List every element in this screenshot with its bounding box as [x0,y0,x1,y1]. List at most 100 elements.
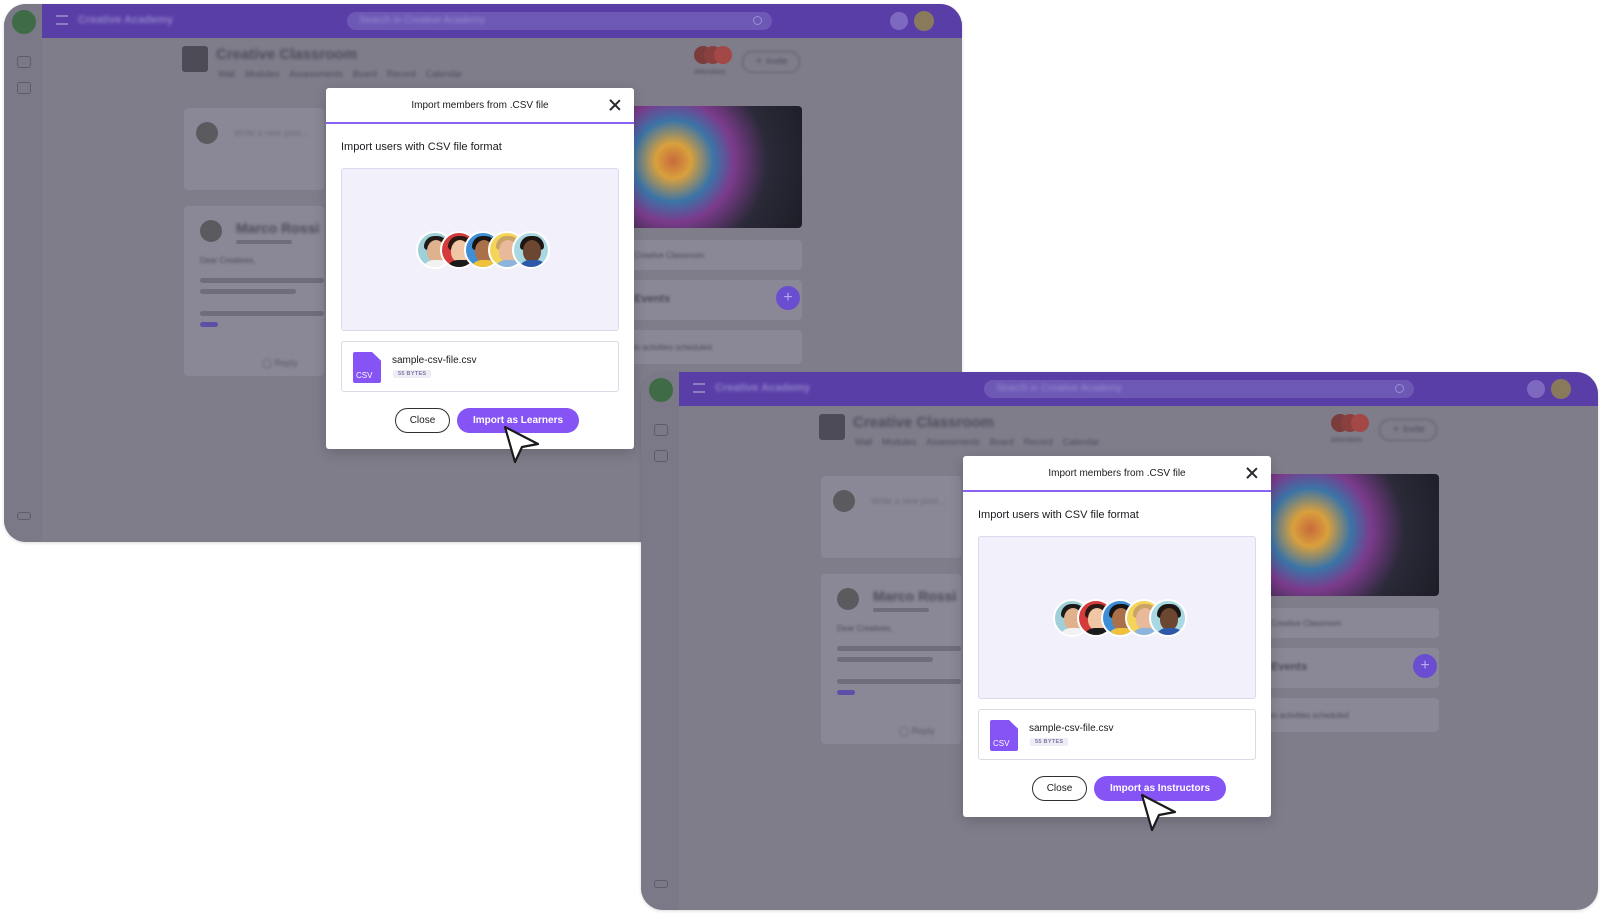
selected-file: CSV sample-csv-file.csv 55 BYTES [341,341,619,392]
dialog-header: Import members from .CSV file [963,456,1271,492]
close-button[interactable]: Close [1032,776,1087,801]
reply-button[interactable]: ◯ Reply [899,726,935,737]
collapse-icon[interactable] [17,512,31,520]
new-post-card: Write a new post... [184,108,324,190]
home-icon[interactable] [17,56,31,68]
post-card: Marco Rossi Dear Creatives, ◯ Reply [821,574,961,744]
csv-preview-area [978,536,1256,699]
post-input[interactable]: Write a new post... [234,128,308,138]
classroom-note: Creative Classroom [634,251,705,260]
course-tabs: Wall Modules Assessments Board Record Ca… [218,69,462,79]
course-header: Creative Classroom Wall Modules Assessme… [42,38,962,90]
left-rail [641,372,679,910]
left-rail [4,4,42,542]
user-avatar[interactable] [1551,379,1571,399]
top-bar: Creative Academy Search in Creative Acad… [679,372,1598,406]
avatar-group [1053,599,1187,639]
course-title: Creative Classroom [216,46,357,63]
activities-note: No activities scheduled [1267,711,1349,720]
tab-board[interactable]: Board [990,437,1014,447]
brand-name: Creative Academy [78,14,173,26]
avatar [837,588,859,610]
chat-icon[interactable] [17,82,31,94]
close-button[interactable]: Close [395,408,450,433]
post-greeting: Dear Creatives, [837,624,893,633]
tab-modules[interactable]: Modules [245,69,279,79]
tab-calendar[interactable]: Calendar [426,69,463,79]
post-input[interactable]: Write a new post... [871,496,945,506]
avatar [833,490,855,512]
top-bar: Creative Academy Search in Creative Acad… [42,4,962,38]
file-name: sample-csv-file.csv [392,355,477,366]
collapse-icon[interactable] [654,880,668,888]
course-thumbnail [819,414,845,440]
avatar [196,122,218,144]
file-size-badge: 55 BYTES [393,370,432,378]
search-input[interactable]: Search in Creative Academy [984,380,1414,398]
search-icon [1395,384,1404,393]
avatar-group [416,231,550,271]
avatar [512,231,550,269]
notifications-icon[interactable] [1527,380,1545,398]
chat-icon[interactable] [654,450,668,462]
attendees-avatars[interactable] [1331,414,1371,434]
dialog-header: Import members from .CSV file [326,88,634,124]
reply-button[interactable]: ◯ Reply [262,358,298,369]
attendees-label: Attendees [694,69,726,76]
brand-name: Creative Academy [715,382,810,394]
user-avatar[interactable] [914,11,934,31]
post-card: Marco Rossi Dear Creatives, ◯ Reply [184,206,324,376]
invite-button[interactable]: ＋ Invite [1379,419,1437,441]
tab-wall[interactable]: Wall [855,437,872,447]
home-icon[interactable] [654,424,668,436]
file-name: sample-csv-file.csv [1029,723,1114,734]
mouse-cursor-icon [1140,793,1177,832]
course-header: Creative Classroom Wall Modules Assessme… [679,406,1598,458]
add-event-button[interactable]: + [1413,654,1437,678]
app-logo[interactable] [649,378,673,402]
notifications-icon[interactable] [890,12,908,30]
tab-board[interactable]: Board [353,69,377,79]
dialog-title: Import members from .CSV file [1048,468,1186,479]
tab-modules[interactable]: Modules [882,437,916,447]
file-size-badge: 55 BYTES [1030,738,1069,746]
avatar [1149,599,1187,637]
import-csv-dialog: Import members from .CSV file Import use… [963,456,1271,832]
menu-icon[interactable] [56,15,68,25]
tab-record[interactable]: Record [1024,437,1053,447]
dialog-subtitle: Import users with CSV file format [341,141,502,153]
events-section-label: Events [634,293,671,305]
avatar [200,220,222,242]
close-icon[interactable] [609,99,621,111]
dialog-subtitle: Import users with CSV file format [978,509,1139,521]
activities-note: No activities scheduled [630,343,712,352]
csv-file-icon: CSV [990,720,1018,751]
selected-file: CSV sample-csv-file.csv 55 BYTES [978,709,1256,760]
search-placeholder: Search in Creative Academy [359,15,486,26]
tab-calendar[interactable]: Calendar [1063,437,1100,447]
course-tabs: Wall Modules Assessments Board Record Ca… [855,437,1099,447]
post-greeting: Dear Creatives, [200,256,256,265]
tab-assessments[interactable]: Assessments [926,437,980,447]
attendees-avatars[interactable] [694,46,734,66]
import-csv-dialog: Import members from .CSV file Import use… [326,88,634,464]
new-post-card: Write a new post... [821,476,961,558]
app-window-instructors: Creative Academy Search in Creative Acad… [641,372,1598,910]
tab-assessments[interactable]: Assessments [289,69,343,79]
invite-button[interactable]: ＋ Invite [742,51,800,73]
post-author: Marco Rossi [873,588,957,604]
app-logo[interactable] [12,10,36,34]
add-event-button[interactable]: + [776,286,800,310]
menu-icon[interactable] [693,383,705,393]
tab-record[interactable]: Record [387,69,416,79]
search-input[interactable]: Search in Creative Academy [347,12,772,30]
classroom-note: Creative Classroom [1271,619,1342,628]
tab-wall[interactable]: Wall [218,69,235,79]
csv-preview-area [341,168,619,331]
close-icon[interactable] [1246,467,1258,479]
csv-file-icon: CSV [353,352,381,383]
course-title: Creative Classroom [853,414,994,431]
search-placeholder: Search in Creative Academy [996,383,1123,394]
search-icon [753,16,762,25]
post-author: Marco Rossi [236,220,320,236]
